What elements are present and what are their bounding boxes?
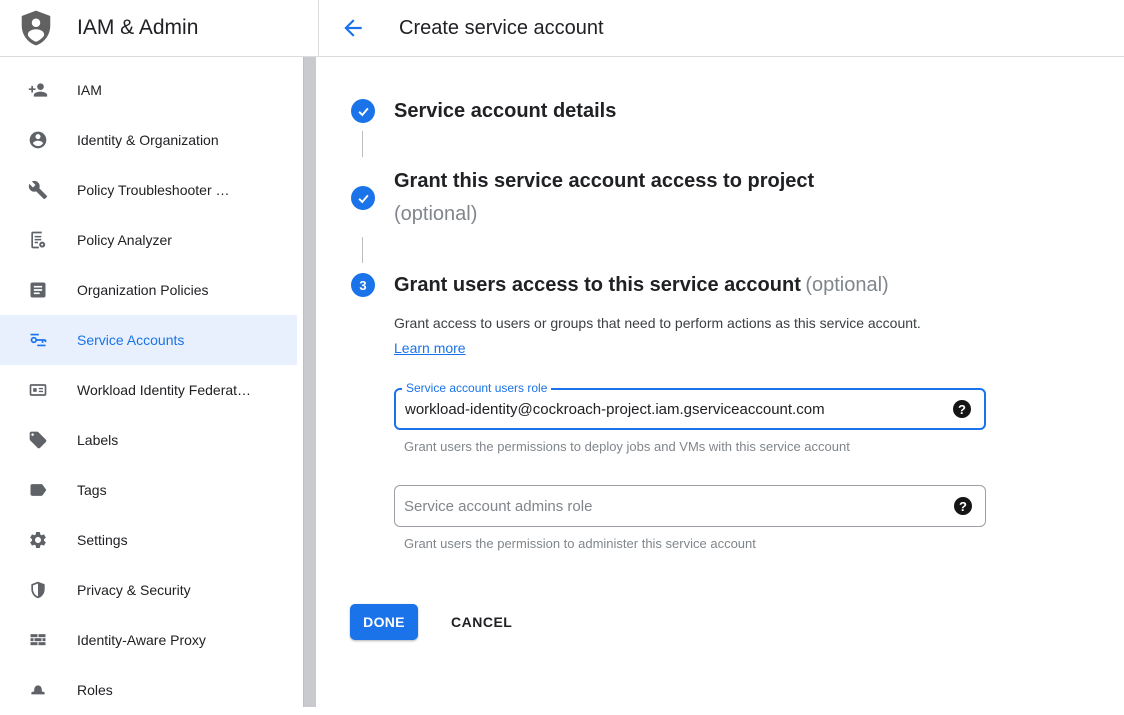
sidebar-item-policy-analyzer[interactable]: Policy Analyzer	[0, 215, 297, 265]
users-role-input[interactable]	[396, 390, 984, 428]
step-complete-check-icon	[351, 186, 375, 210]
sidebar-item-service-accounts[interactable]: Service Accounts	[0, 315, 297, 365]
topbar: Create service account	[318, 0, 1124, 57]
shield-person-icon	[17, 9, 55, 47]
article-icon	[28, 280, 48, 300]
service-account-key-icon	[28, 330, 48, 350]
step-3-number: 3	[359, 278, 366, 293]
sidebar-item-workload-identity-federation[interactable]: Workload Identity Federat…	[0, 365, 297, 415]
sidebar-item-label: Roles	[77, 682, 113, 698]
help-icon[interactable]: ?	[954, 497, 972, 515]
step-3-number-badge: 3	[351, 273, 375, 297]
action-buttons: DONE CANCEL	[350, 604, 512, 640]
tag-arrow-icon	[28, 480, 48, 500]
main-content: Service account details Grant this servi…	[318, 57, 1124, 707]
account-circle-icon	[28, 130, 48, 150]
sidebar-item-identity-aware-proxy[interactable]: Identity-Aware Proxy	[0, 615, 297, 665]
sidebar-item-roles[interactable]: Roles	[0, 665, 297, 715]
sidebar-item-settings[interactable]: Settings	[0, 515, 297, 565]
admins-role-input[interactable]	[395, 486, 985, 526]
step-1: Service account details	[351, 97, 616, 125]
sidebar-item-tags[interactable]: Tags	[0, 465, 297, 515]
sidebar-item-policy-troubleshooter[interactable]: Policy Troubleshooter …	[0, 165, 297, 215]
id-card-icon	[28, 380, 48, 400]
sidebar-item-label: Identity & Organization	[77, 132, 219, 148]
arrow-back-icon[interactable]	[340, 15, 366, 41]
sidebar-scrollbar[interactable]	[303, 57, 316, 707]
step-2-optional: (optional)	[394, 198, 814, 231]
step-connector	[362, 131, 363, 157]
sidebar-item-label: Organization Policies	[77, 282, 209, 298]
sidebar-item-label: Tags	[77, 482, 107, 498]
sidebar-item-organization-policies[interactable]: Organization Policies	[0, 265, 297, 315]
step-2: Grant this service account access to pro…	[351, 165, 814, 231]
help-icon[interactable]: ?	[953, 400, 971, 418]
step-1-title: Service account details	[394, 100, 616, 122]
users-role-field: Service account users role ?	[394, 388, 986, 430]
done-button[interactable]: DONE	[350, 604, 418, 640]
admins-role-helper-text: Grant users the permission to administer…	[404, 536, 756, 551]
sidebar: IAM & Admin IAM Identity & Organization …	[0, 0, 318, 707]
sidebar-item-label: Workload Identity Federat…	[77, 382, 251, 398]
sidebar-item-label: Settings	[77, 532, 128, 548]
sidebar-item-label: Service Accounts	[77, 332, 184, 348]
users-role-helper-text: Grant users the permissions to deploy jo…	[404, 439, 850, 454]
sidebar-item-label: IAM	[77, 82, 102, 98]
sidebar-item-label: Identity-Aware Proxy	[77, 632, 206, 648]
sidebar-header: IAM & Admin	[0, 0, 318, 57]
sidebar-item-label: Policy Analyzer	[77, 232, 172, 248]
sidebar-nav: IAM Identity & Organization Policy Troub…	[0, 57, 318, 715]
step-connector	[362, 237, 363, 263]
shield-half-icon	[28, 580, 48, 600]
sidebar-item-label: Policy Troubleshooter …	[77, 182, 230, 198]
step-complete-check-icon	[351, 99, 375, 123]
step-3-description: Grant access to users or groups that nee…	[394, 311, 960, 361]
sidebar-item-privacy-security[interactable]: Privacy & Security	[0, 565, 297, 615]
step-3: 3 Grant users access to this service acc…	[351, 271, 889, 299]
product-title: IAM & Admin	[77, 16, 198, 40]
person-add-icon	[28, 80, 48, 100]
step-2-title: Grant this service account access to pro…	[394, 165, 814, 198]
gear-icon	[28, 530, 48, 550]
step-3-title: Grant users access to this service accou…	[394, 274, 801, 296]
description-text: Grant access to users or groups that nee…	[394, 315, 921, 331]
sidebar-item-label: Labels	[77, 432, 118, 448]
sidebar-item-identity-organization[interactable]: Identity & Organization	[0, 115, 297, 165]
proxy-wall-icon	[28, 630, 48, 650]
label-tag-icon	[28, 430, 48, 450]
sidebar-item-iam[interactable]: IAM	[0, 65, 297, 115]
page-title: Create service account	[399, 17, 604, 40]
wrench-icon	[28, 180, 48, 200]
sidebar-item-label: Privacy & Security	[77, 582, 191, 598]
learn-more-link[interactable]: Learn more	[394, 340, 466, 356]
policy-analyzer-icon	[28, 230, 48, 250]
admins-role-field: ?	[394, 485, 986, 527]
cancel-button[interactable]: CANCEL	[451, 614, 512, 630]
hat-icon	[28, 680, 48, 700]
sidebar-item-labels[interactable]: Labels	[0, 415, 297, 465]
step-3-optional: (optional)	[805, 274, 888, 296]
